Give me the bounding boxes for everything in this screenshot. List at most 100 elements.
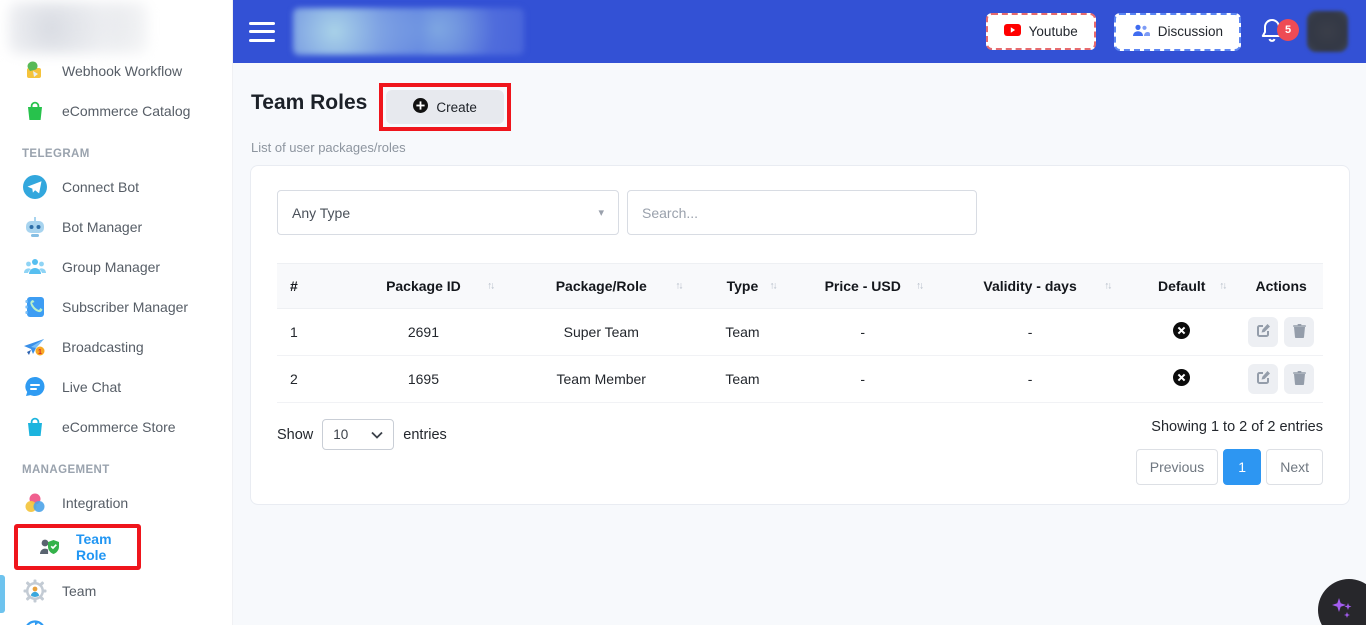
user-shield-icon	[36, 534, 62, 560]
cell-validity: -	[936, 356, 1124, 403]
notification-count-badge: 5	[1277, 19, 1299, 41]
page-number-button[interactable]: 1	[1223, 449, 1261, 485]
color-circles-icon	[22, 490, 48, 516]
table-header-row: # Package ID↑↓ Package/Role↑↓ Type↑↓ Pri…	[277, 264, 1323, 309]
delete-button[interactable]	[1284, 364, 1314, 394]
sidebar-item-connect-bot[interactable]: Connect Bot	[0, 168, 232, 206]
page-subtitle: List of user packages/roles	[251, 140, 1366, 155]
delete-button[interactable]	[1284, 317, 1314, 347]
show-label: Show	[277, 427, 313, 443]
column-header-validity[interactable]: Validity - days↑↓	[936, 264, 1124, 309]
cell-validity: -	[936, 309, 1124, 356]
notifications-button[interactable]: 5	[1259, 17, 1289, 47]
cell-package-role: Team Member	[507, 356, 695, 403]
cell-price: -	[790, 309, 936, 356]
page-size-value: 10	[333, 427, 348, 442]
column-header-default[interactable]: Default↑↓	[1124, 264, 1239, 309]
sort-arrows-icon[interactable]: ↑↓	[1219, 281, 1225, 292]
column-header-package-role[interactable]: Package/Role↑↓	[507, 264, 695, 309]
sidebar-item-group-manager[interactable]: Group Manager	[0, 248, 232, 286]
column-header-actions: Actions	[1239, 264, 1323, 309]
sidebar-item-ecommerce-store[interactable]: eCommerce Store	[0, 408, 232, 446]
people-icon	[1132, 24, 1150, 40]
cell-package-role: Super Team	[507, 309, 695, 356]
type-filter-select[interactable]: Any Type ▾	[277, 190, 619, 235]
sidebar-item-label: Bot Manager	[62, 219, 142, 235]
webhook-workflow-icon	[22, 58, 48, 84]
column-header-type[interactable]: Type↑↓	[695, 264, 789, 309]
edit-icon	[1256, 324, 1270, 341]
sidebar-section-management: MANAGEMENT	[0, 448, 232, 482]
create-button-label: Create	[436, 100, 477, 115]
caret-down-icon: ▾	[598, 206, 604, 219]
plus-circle-icon	[413, 98, 428, 116]
next-page-button[interactable]: Next	[1266, 449, 1323, 485]
cell-type: Team	[695, 356, 789, 403]
search-input[interactable]	[627, 190, 977, 235]
entries-label: entries	[403, 427, 447, 443]
cell-price: -	[790, 356, 936, 403]
header-brand-logo	[293, 8, 524, 55]
cell-type: Team	[695, 309, 789, 356]
cell-num: 1	[277, 309, 340, 356]
sidebar-item-broadcasting[interactable]: 1 Broadcasting	[0, 328, 232, 366]
sort-arrows-icon[interactable]: ↑↓	[487, 281, 493, 292]
cell-default	[1124, 309, 1239, 356]
sidebar-item-bot-manager[interactable]: Bot Manager	[0, 208, 232, 246]
sidebar-item-live-chat[interactable]: Live Chat	[0, 368, 232, 406]
sort-arrows-icon[interactable]: ↑↓	[1104, 281, 1110, 292]
telegram-plane-icon	[22, 174, 48, 200]
youtube-button-label: Youtube	[1029, 24, 1078, 39]
pagination: Previous 1 Next	[1136, 449, 1323, 485]
previous-page-button[interactable]: Previous	[1136, 449, 1218, 485]
sidebar-item-label: Team Role	[76, 531, 125, 563]
sidebar-item-label: Group Manager	[62, 259, 160, 275]
contact-book-icon	[22, 294, 48, 320]
column-header-price[interactable]: Price - USD↑↓	[790, 264, 936, 309]
edit-button[interactable]	[1248, 317, 1278, 347]
annotation-box-create: Create	[379, 83, 511, 131]
broadcast-plane-icon: 1	[22, 334, 48, 360]
sort-arrows-icon[interactable]: ↑↓	[675, 281, 681, 292]
svg-text:1: 1	[38, 349, 42, 356]
trash-icon	[1293, 371, 1306, 388]
sidebar-item-team-role[interactable]: Team Role	[14, 524, 141, 570]
sidebar-item-subscriber-manager[interactable]: Subscriber Manager	[0, 288, 232, 326]
ai-assistant-button[interactable]	[1318, 579, 1366, 625]
table-row: 1 2691 Super Team Team - -	[277, 309, 1323, 356]
avatar[interactable]	[1307, 11, 1348, 52]
sidebar-item-ecommerce-catalog[interactable]: eCommerce Catalog	[0, 92, 232, 130]
top-header: Youtube Discussion 5	[233, 0, 1366, 63]
sidebar-item-team[interactable]: Team	[0, 572, 232, 610]
discussion-button[interactable]: Discussion	[1114, 13, 1241, 51]
shopping-bag-icon	[22, 98, 48, 124]
edit-button[interactable]	[1248, 364, 1278, 394]
sidebar-item-integration[interactable]: Integration	[0, 484, 232, 522]
discussion-button-label: Discussion	[1158, 24, 1223, 39]
sidebar-item-webhook-workflow[interactable]: Webhook Workflow	[0, 52, 232, 90]
sidebar: Webhook Workflow eCommerce Catalog TELEG…	[0, 0, 233, 625]
sort-arrows-icon[interactable]: ↑↓	[770, 281, 776, 292]
active-item-indicator	[0, 575, 5, 613]
chat-bubble-icon	[22, 374, 48, 400]
sidebar-item-label: Integration	[62, 495, 128, 511]
times-circle-icon	[1173, 369, 1190, 389]
create-button[interactable]: Create	[386, 90, 504, 124]
team-roles-card: Any Type ▾ # Package ID↑↓ Package/Role↑↓…	[250, 165, 1350, 505]
cell-default	[1124, 356, 1239, 403]
sidebar-item-label: Subscriber Manager	[62, 299, 188, 315]
sidebar-item-label: Broadcasting	[62, 339, 144, 355]
user-gear-icon	[22, 578, 48, 604]
cell-package-id: 2691	[340, 309, 507, 356]
youtube-button[interactable]: Youtube	[986, 13, 1096, 50]
trash-icon	[1293, 324, 1306, 341]
table-row: 2 1695 Team Member Team - -	[277, 356, 1323, 403]
hamburger-icon[interactable]	[249, 22, 275, 42]
sort-arrows-icon[interactable]: ↑↓	[916, 281, 922, 292]
showing-entries-text: Showing 1 to 2 of 2 entries	[1151, 419, 1323, 435]
sidebar-item-label: Live Chat	[62, 379, 121, 395]
sidebar-item-transactions[interactable]: Transactions	[0, 612, 232, 625]
column-header-package-id[interactable]: Package ID↑↓	[340, 264, 507, 309]
sidebar-item-label: eCommerce Catalog	[62, 103, 190, 119]
page-size-select[interactable]: 10	[322, 419, 394, 450]
